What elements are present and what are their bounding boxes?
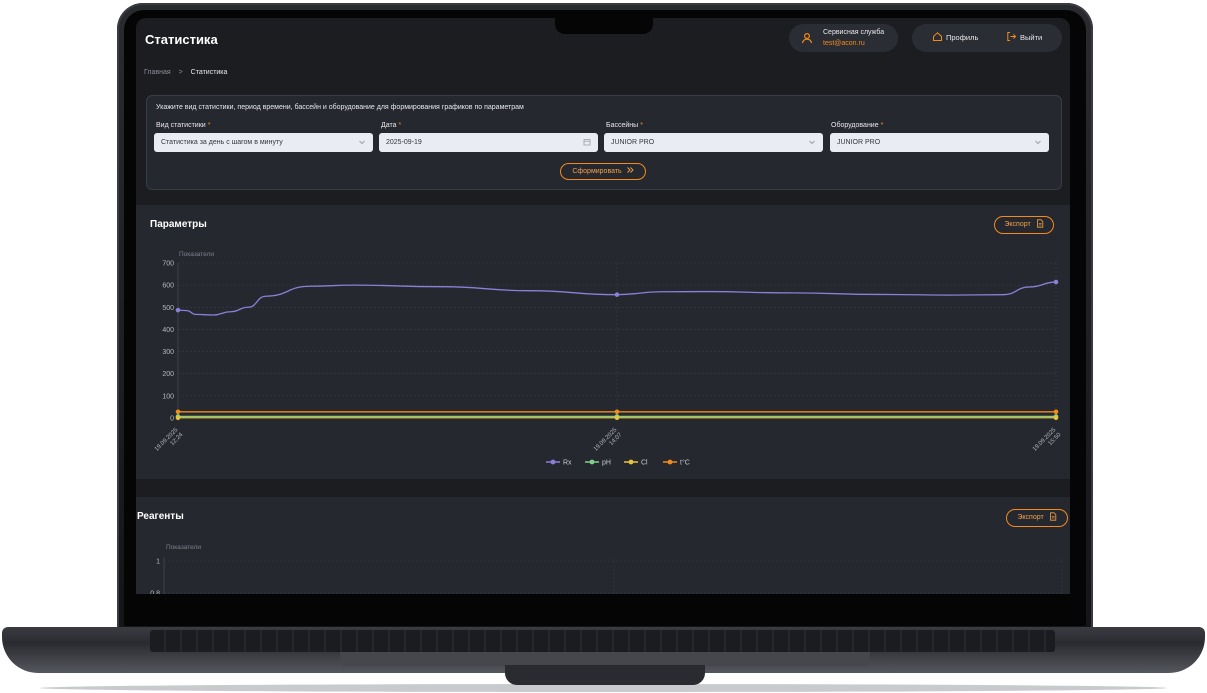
y-axis-label: Показатели bbox=[179, 251, 214, 258]
user-email: test@acon.ru bbox=[823, 40, 865, 47]
laptop-front-lip bbox=[505, 665, 705, 685]
profile-label: Профиль bbox=[946, 33, 979, 42]
x-tick-label: 19.09.202515:50 bbox=[1032, 427, 1063, 458]
stat-type-label: Вид статистики * bbox=[156, 122, 211, 129]
y-tick-label: 1 bbox=[156, 559, 160, 566]
breadcrumb-separator: > bbox=[178, 69, 183, 76]
data-point-t°C bbox=[1053, 409, 1059, 415]
date-value: 2025-09-19 bbox=[386, 139, 422, 146]
series-line-Rx bbox=[177, 281, 1057, 316]
equipment-select[interactable]: JUNIOR PRO bbox=[830, 133, 1049, 152]
x-tick-label: 19.09.202512:24 bbox=[154, 427, 185, 458]
legend-marker-pH bbox=[589, 459, 595, 465]
filter-hint: Укажите вид статистики, период времени, … bbox=[156, 104, 524, 111]
legend-marker-t°C bbox=[667, 459, 673, 465]
app-screen: Статистика Сервисная служба test@acon.ru… bbox=[136, 18, 1070, 594]
parameters-chart: Показатели 0 100 200 300 400 500 600 700 19.09.20… bbox=[154, 251, 1063, 467]
x-tick-label: 19.09.202514:07 bbox=[593, 427, 624, 458]
y-tick-label: 300 bbox=[162, 349, 174, 356]
logout-label: Выйти bbox=[1020, 33, 1043, 42]
stat-type-select[interactable]: Статистика за день с шагом в минуту bbox=[154, 133, 373, 152]
header-nav: Профиль Выйти bbox=[912, 24, 1062, 52]
data-point-Rx bbox=[1053, 279, 1059, 285]
stat-type-value: Статистика за день с шагом в минуту bbox=[161, 139, 283, 146]
parameters-card: Параметры Экспорт Показатели 0 100 200 300 40… bbox=[136, 205, 1070, 479]
date-label: Дата * bbox=[381, 122, 402, 129]
legend-marker-Rx bbox=[550, 459, 556, 465]
legend-label-pH: pH bbox=[602, 460, 611, 467]
generate-button[interactable]: Сформировать bbox=[560, 163, 646, 180]
profile-button[interactable]: Профиль bbox=[933, 32, 979, 42]
y-tick-label: 100 bbox=[162, 393, 174, 400]
user-account-box[interactable]: Сервисная служба test@acon.ru bbox=[789, 24, 898, 52]
date-input[interactable]: 2025-09-19 bbox=[379, 133, 598, 152]
camera-notch bbox=[555, 15, 653, 34]
legend-label-Rx: Rx bbox=[563, 460, 572, 467]
data-point-Rx bbox=[175, 307, 181, 313]
y-tick-label: 0 bbox=[170, 416, 174, 423]
user-name: Сервисная служба bbox=[823, 29, 885, 36]
chevron-down-icon bbox=[1035, 140, 1041, 145]
generate-label: Сформировать bbox=[572, 168, 622, 175]
logout-button[interactable]: Выйти bbox=[1007, 32, 1043, 42]
legend-marker-Cl bbox=[628, 459, 634, 465]
calendar-icon[interactable] bbox=[583, 138, 591, 146]
filter-panel: Укажите вид статистики, период времени, … bbox=[146, 95, 1062, 190]
logout-icon bbox=[1007, 32, 1017, 41]
legend-label-t°C: t°C bbox=[680, 459, 690, 467]
data-point-Rx bbox=[614, 292, 620, 297]
trackpad bbox=[340, 652, 870, 666]
chevron-down-icon bbox=[359, 140, 365, 145]
y-tick-label: 400 bbox=[162, 327, 174, 334]
equipment-label: Оборудование * bbox=[831, 122, 884, 129]
legend-label-Cl: Cl bbox=[641, 460, 648, 467]
equipment-value: JUNIOR PRO bbox=[837, 139, 881, 146]
home-icon bbox=[933, 32, 942, 41]
y-axis-label: Показатели bbox=[166, 544, 201, 551]
reagents-chart: Показатели 1 0.8 bbox=[150, 544, 1063, 595]
laptop-shadow bbox=[40, 684, 1167, 692]
user-icon bbox=[801, 32, 813, 44]
data-point-Cl bbox=[1053, 415, 1059, 421]
double-chevron-right-icon bbox=[626, 167, 634, 173]
pools-select[interactable]: JUNIOR PRO bbox=[604, 133, 823, 152]
breadcrumb-home[interactable]: Главная bbox=[144, 69, 171, 76]
breadcrumb-current: Статистика bbox=[190, 69, 228, 76]
y-tick-label: 600 bbox=[162, 283, 174, 290]
pools-label: Бассейны * bbox=[606, 122, 643, 129]
y-tick-label: 200 bbox=[162, 371, 174, 378]
page-title: Статистика bbox=[145, 32, 218, 47]
y-tick-label: 500 bbox=[162, 305, 174, 312]
keyboard bbox=[150, 630, 1055, 652]
breadcrumb: Главная > Статистика bbox=[144, 69, 227, 76]
reagents-card: Реагенты Экспорт Показатели10.8 bbox=[136, 497, 1070, 594]
data-point-Cl bbox=[614, 415, 620, 421]
data-point-t°C bbox=[614, 409, 620, 415]
y-tick-label: 0.8 bbox=[150, 591, 160, 595]
pools-value: JUNIOR PRO bbox=[611, 139, 655, 146]
data-point-t°C bbox=[175, 409, 181, 415]
chevron-down-icon bbox=[809, 140, 815, 145]
data-point-Cl bbox=[175, 415, 181, 421]
y-tick-label: 700 bbox=[162, 261, 174, 268]
